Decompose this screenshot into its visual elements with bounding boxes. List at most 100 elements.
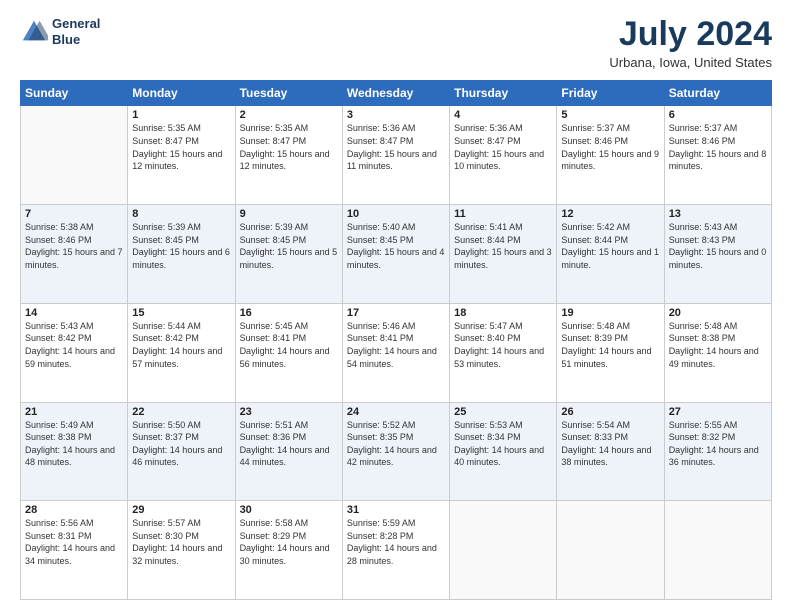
- day-number: 19: [561, 307, 659, 319]
- cell-info: Sunrise: 5:57 AM Sunset: 8:30 PM Dayligh…: [132, 517, 230, 567]
- table-row: 15Sunrise: 5:44 AM Sunset: 8:42 PM Dayli…: [128, 303, 235, 402]
- header: General Blue July 2024 Urbana, Iowa, Uni…: [20, 16, 772, 70]
- cell-info: Sunrise: 5:35 AM Sunset: 8:47 PM Dayligh…: [132, 122, 230, 172]
- cell-info: Sunrise: 5:43 AM Sunset: 8:42 PM Dayligh…: [25, 320, 123, 370]
- table-row: 5Sunrise: 5:37 AM Sunset: 8:46 PM Daylig…: [557, 106, 664, 205]
- table-row: 23Sunrise: 5:51 AM Sunset: 8:36 PM Dayli…: [235, 402, 342, 501]
- main-title: July 2024: [609, 16, 772, 53]
- cell-info: Sunrise: 5:49 AM Sunset: 8:38 PM Dayligh…: [25, 419, 123, 469]
- table-row: [450, 501, 557, 600]
- calendar-row-1: 7Sunrise: 5:38 AM Sunset: 8:46 PM Daylig…: [21, 205, 772, 304]
- cell-info: Sunrise: 5:40 AM Sunset: 8:45 PM Dayligh…: [347, 221, 445, 271]
- page: General Blue July 2024 Urbana, Iowa, Uni…: [0, 0, 792, 612]
- table-row: [557, 501, 664, 600]
- table-row: 8Sunrise: 5:39 AM Sunset: 8:45 PM Daylig…: [128, 205, 235, 304]
- table-row: 25Sunrise: 5:53 AM Sunset: 8:34 PM Dayli…: [450, 402, 557, 501]
- table-row: 17Sunrise: 5:46 AM Sunset: 8:41 PM Dayli…: [342, 303, 449, 402]
- cell-info: Sunrise: 5:42 AM Sunset: 8:44 PM Dayligh…: [561, 221, 659, 271]
- day-number: 29: [132, 504, 230, 516]
- table-row: 19Sunrise: 5:48 AM Sunset: 8:39 PM Dayli…: [557, 303, 664, 402]
- cell-info: Sunrise: 5:47 AM Sunset: 8:40 PM Dayligh…: [454, 320, 552, 370]
- cell-info: Sunrise: 5:48 AM Sunset: 8:38 PM Dayligh…: [669, 320, 767, 370]
- day-number: 11: [454, 208, 552, 220]
- day-number: 21: [25, 406, 123, 418]
- col-saturday: Saturday: [664, 81, 771, 106]
- cell-info: Sunrise: 5:39 AM Sunset: 8:45 PM Dayligh…: [240, 221, 338, 271]
- table-row: 4Sunrise: 5:36 AM Sunset: 8:47 PM Daylig…: [450, 106, 557, 205]
- day-number: 31: [347, 504, 445, 516]
- day-number: 14: [25, 307, 123, 319]
- cell-info: Sunrise: 5:38 AM Sunset: 8:46 PM Dayligh…: [25, 221, 123, 271]
- day-number: 4: [454, 109, 552, 121]
- table-row: 9Sunrise: 5:39 AM Sunset: 8:45 PM Daylig…: [235, 205, 342, 304]
- table-row: 7Sunrise: 5:38 AM Sunset: 8:46 PM Daylig…: [21, 205, 128, 304]
- table-row: 3Sunrise: 5:36 AM Sunset: 8:47 PM Daylig…: [342, 106, 449, 205]
- table-row: 1Sunrise: 5:35 AM Sunset: 8:47 PM Daylig…: [128, 106, 235, 205]
- day-number: 9: [240, 208, 338, 220]
- calendar-header-row: Sunday Monday Tuesday Wednesday Thursday…: [21, 81, 772, 106]
- cell-info: Sunrise: 5:45 AM Sunset: 8:41 PM Dayligh…: [240, 320, 338, 370]
- col-wednesday: Wednesday: [342, 81, 449, 106]
- cell-info: Sunrise: 5:41 AM Sunset: 8:44 PM Dayligh…: [454, 221, 552, 271]
- table-row: 29Sunrise: 5:57 AM Sunset: 8:30 PM Dayli…: [128, 501, 235, 600]
- logo-text: General Blue: [52, 16, 100, 47]
- cell-info: Sunrise: 5:48 AM Sunset: 8:39 PM Dayligh…: [561, 320, 659, 370]
- cell-info: Sunrise: 5:51 AM Sunset: 8:36 PM Dayligh…: [240, 419, 338, 469]
- table-row: 30Sunrise: 5:58 AM Sunset: 8:29 PM Dayli…: [235, 501, 342, 600]
- col-monday: Monday: [128, 81, 235, 106]
- cell-info: Sunrise: 5:50 AM Sunset: 8:37 PM Dayligh…: [132, 419, 230, 469]
- cell-info: Sunrise: 5:54 AM Sunset: 8:33 PM Dayligh…: [561, 419, 659, 469]
- table-row: 11Sunrise: 5:41 AM Sunset: 8:44 PM Dayli…: [450, 205, 557, 304]
- cell-info: Sunrise: 5:46 AM Sunset: 8:41 PM Dayligh…: [347, 320, 445, 370]
- calendar-row-4: 28Sunrise: 5:56 AM Sunset: 8:31 PM Dayli…: [21, 501, 772, 600]
- table-row: 18Sunrise: 5:47 AM Sunset: 8:40 PM Dayli…: [450, 303, 557, 402]
- day-number: 27: [669, 406, 767, 418]
- cell-info: Sunrise: 5:44 AM Sunset: 8:42 PM Dayligh…: [132, 320, 230, 370]
- table-row: 12Sunrise: 5:42 AM Sunset: 8:44 PM Dayli…: [557, 205, 664, 304]
- day-number: 25: [454, 406, 552, 418]
- calendar-row-2: 14Sunrise: 5:43 AM Sunset: 8:42 PM Dayli…: [21, 303, 772, 402]
- cell-info: Sunrise: 5:36 AM Sunset: 8:47 PM Dayligh…: [347, 122, 445, 172]
- cell-info: Sunrise: 5:52 AM Sunset: 8:35 PM Dayligh…: [347, 419, 445, 469]
- cell-info: Sunrise: 5:37 AM Sunset: 8:46 PM Dayligh…: [669, 122, 767, 172]
- table-row: 31Sunrise: 5:59 AM Sunset: 8:28 PM Dayli…: [342, 501, 449, 600]
- table-row: 21Sunrise: 5:49 AM Sunset: 8:38 PM Dayli…: [21, 402, 128, 501]
- logo: General Blue: [20, 16, 100, 47]
- day-number: 13: [669, 208, 767, 220]
- col-friday: Friday: [557, 81, 664, 106]
- day-number: 22: [132, 406, 230, 418]
- day-number: 2: [240, 109, 338, 121]
- day-number: 5: [561, 109, 659, 121]
- table-row: 14Sunrise: 5:43 AM Sunset: 8:42 PM Dayli…: [21, 303, 128, 402]
- cell-info: Sunrise: 5:56 AM Sunset: 8:31 PM Dayligh…: [25, 517, 123, 567]
- day-number: 28: [25, 504, 123, 516]
- cell-info: Sunrise: 5:43 AM Sunset: 8:43 PM Dayligh…: [669, 221, 767, 271]
- table-row: 2Sunrise: 5:35 AM Sunset: 8:47 PM Daylig…: [235, 106, 342, 205]
- table-row: 27Sunrise: 5:55 AM Sunset: 8:32 PM Dayli…: [664, 402, 771, 501]
- cell-info: Sunrise: 5:39 AM Sunset: 8:45 PM Dayligh…: [132, 221, 230, 271]
- table-row: 24Sunrise: 5:52 AM Sunset: 8:35 PM Dayli…: [342, 402, 449, 501]
- cell-info: Sunrise: 5:36 AM Sunset: 8:47 PM Dayligh…: [454, 122, 552, 172]
- table-row: 13Sunrise: 5:43 AM Sunset: 8:43 PM Dayli…: [664, 205, 771, 304]
- cell-info: Sunrise: 5:55 AM Sunset: 8:32 PM Dayligh…: [669, 419, 767, 469]
- day-number: 26: [561, 406, 659, 418]
- day-number: 15: [132, 307, 230, 319]
- col-thursday: Thursday: [450, 81, 557, 106]
- logo-icon: [20, 18, 48, 46]
- day-number: 12: [561, 208, 659, 220]
- table-row: 28Sunrise: 5:56 AM Sunset: 8:31 PM Dayli…: [21, 501, 128, 600]
- day-number: 6: [669, 109, 767, 121]
- table-row: [664, 501, 771, 600]
- day-number: 7: [25, 208, 123, 220]
- cell-info: Sunrise: 5:59 AM Sunset: 8:28 PM Dayligh…: [347, 517, 445, 567]
- table-row: 20Sunrise: 5:48 AM Sunset: 8:38 PM Dayli…: [664, 303, 771, 402]
- table-row: 26Sunrise: 5:54 AM Sunset: 8:33 PM Dayli…: [557, 402, 664, 501]
- col-sunday: Sunday: [21, 81, 128, 106]
- table-row: 16Sunrise: 5:45 AM Sunset: 8:41 PM Dayli…: [235, 303, 342, 402]
- table-row: [21, 106, 128, 205]
- day-number: 17: [347, 307, 445, 319]
- day-number: 30: [240, 504, 338, 516]
- calendar-row-3: 21Sunrise: 5:49 AM Sunset: 8:38 PM Dayli…: [21, 402, 772, 501]
- cell-info: Sunrise: 5:37 AM Sunset: 8:46 PM Dayligh…: [561, 122, 659, 172]
- calendar-row-0: 1Sunrise: 5:35 AM Sunset: 8:47 PM Daylig…: [21, 106, 772, 205]
